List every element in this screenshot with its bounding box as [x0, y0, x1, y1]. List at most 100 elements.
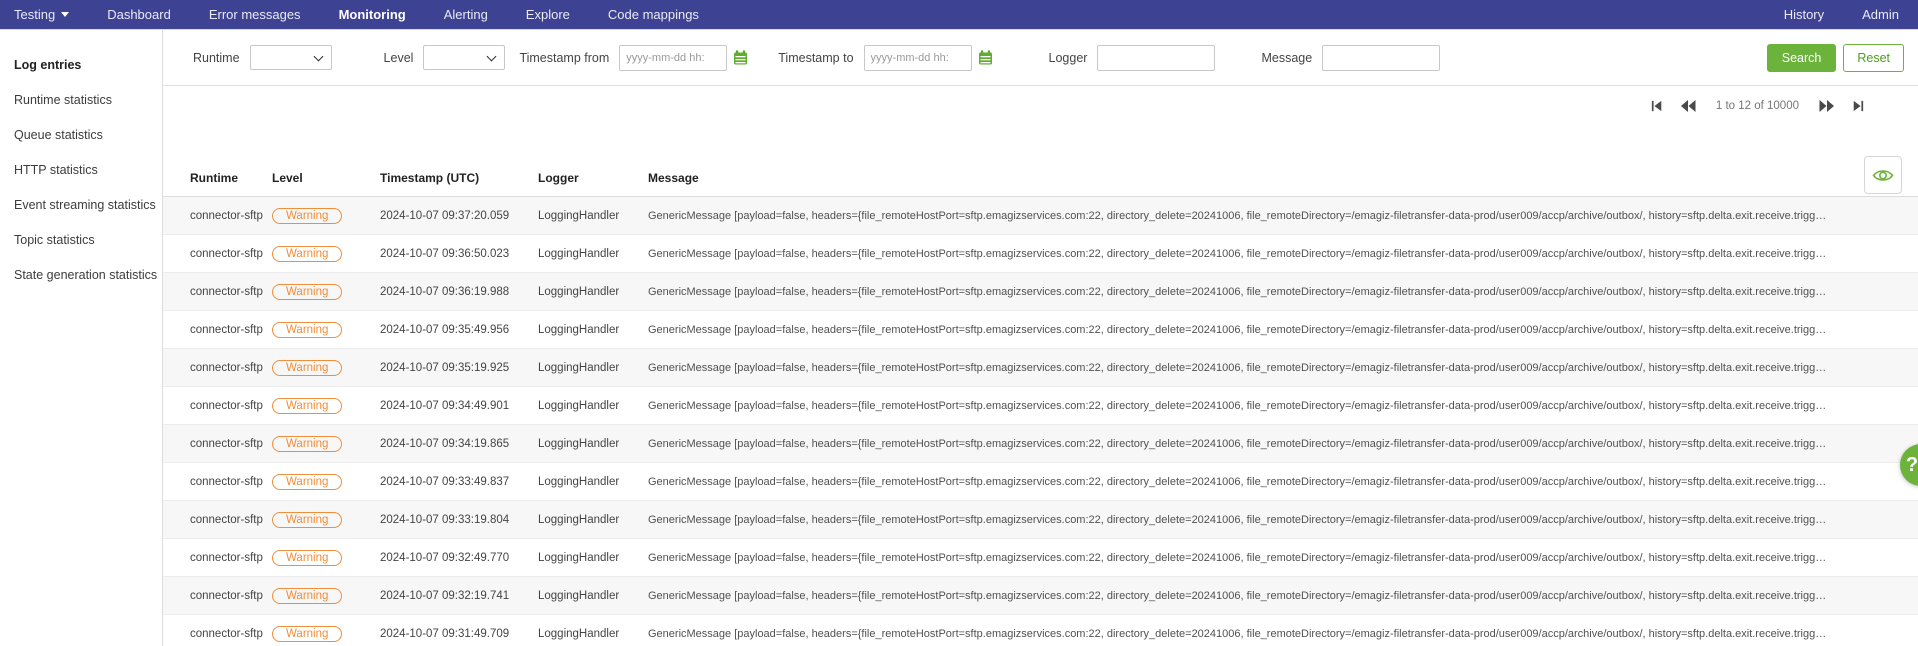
runtime-cell: connector-sftp	[190, 361, 263, 374]
table-body: connector-sftp Warning 2024-10-07 09:37:…	[163, 197, 1918, 646]
table-row[interactable]: connector-sftp Warning 2024-10-07 09:35:…	[163, 311, 1918, 349]
timestamp-cell: 2024-10-07 09:37:20.059	[380, 209, 510, 222]
sidebar-item-event-streaming-statistics[interactable]: Event streaming statistics	[0, 188, 162, 223]
nav-item-testing[interactable]: Testing	[0, 0, 88, 29]
runtime-cell: connector-sftp	[190, 285, 263, 298]
message-label: Message	[1261, 50, 1313, 65]
column-header-level: Level	[272, 170, 303, 185]
sidebar-item-topic-statistics[interactable]: Topic statistics	[0, 223, 162, 258]
timestamp-from-input[interactable]	[619, 44, 728, 71]
table-row[interactable]: connector-sftp Warning 2024-10-07 09:37:…	[163, 197, 1918, 235]
search-button[interactable]: Search	[1766, 43, 1837, 72]
timestamp-cell: 2024-10-07 09:33:49.837	[380, 475, 510, 488]
table-row[interactable]: connector-sftp Warning 2024-10-07 09:32:…	[163, 577, 1918, 615]
table-row[interactable]: connector-sftp Warning 2024-10-07 09:36:…	[163, 273, 1918, 311]
level-badge: Warning	[272, 397, 343, 414]
level-select[interactable]	[423, 45, 506, 70]
runtime-cell: connector-sftp	[190, 323, 263, 336]
level-badge: Warning	[272, 321, 343, 338]
message-cell: GenericMessage [payload=false, headers={…	[648, 247, 1827, 260]
level-cell: Warning	[272, 549, 380, 566]
last-page-button[interactable]	[1850, 98, 1866, 114]
table-row[interactable]: connector-sftp Warning 2024-10-07 09:31:…	[163, 615, 1918, 646]
runtime-cell: connector-sftp	[190, 513, 263, 526]
timestamp-cell: 2024-10-07 09:36:19.988	[380, 285, 510, 298]
nav-item-explore[interactable]: Explore	[507, 0, 589, 29]
column-header-logger: Logger	[538, 170, 579, 185]
page-body: Log entries Runtime statistics Queue sta…	[0, 29, 1918, 646]
nav-item-monitoring[interactable]: Monitoring	[320, 0, 425, 29]
message-cell: GenericMessage [payload=false, headers={…	[648, 437, 1827, 450]
table-row[interactable]: connector-sftp Warning 2024-10-07 09:33:…	[163, 463, 1918, 501]
calendar-icon[interactable]	[978, 50, 993, 65]
first-page-button[interactable]	[1649, 98, 1665, 114]
table-row[interactable]: connector-sftp Warning 2024-10-07 09:36:…	[163, 235, 1918, 273]
logger-cell: LoggingHandler	[538, 323, 620, 336]
timestamp-to-input[interactable]	[863, 44, 972, 71]
chevron-down-icon	[486, 51, 497, 62]
sidebar: Log entries Runtime statistics Queue sta…	[0, 30, 163, 646]
chevron-down-icon	[313, 51, 323, 62]
question-mark-icon: ?	[1905, 453, 1918, 476]
table-row[interactable]: connector-sftp Warning 2024-10-07 09:34:…	[163, 387, 1918, 425]
top-nav: Testing Dashboard Error messages Monitor…	[0, 0, 1918, 29]
sidebar-item-state-generation-statistics[interactable]: State generation statistics	[0, 258, 162, 293]
logger-cell: LoggingHandler	[538, 247, 620, 260]
message-cell: GenericMessage [payload=false, headers={…	[648, 589, 1827, 602]
level-badge: Warning	[272, 359, 343, 376]
table-row[interactable]: connector-sftp Warning 2024-10-07 09:34:…	[163, 425, 1918, 463]
message-cell: GenericMessage [payload=false, headers={…	[648, 551, 1827, 564]
sidebar-item-http-statistics[interactable]: HTTP statistics	[0, 153, 162, 188]
nav-item-alerting[interactable]: Alerting	[425, 0, 507, 29]
message-cell: GenericMessage [payload=false, headers={…	[648, 627, 1827, 640]
timestamp-from-group: Timestamp from	[519, 44, 748, 71]
level-cell: Warning	[272, 207, 380, 224]
level-cell: Warning	[272, 473, 380, 490]
timestamp-cell: 2024-10-07 09:31:49.709	[380, 627, 510, 640]
level-cell: Warning	[272, 359, 380, 376]
sidebar-item-queue-statistics[interactable]: Queue statistics	[0, 118, 162, 153]
timestamp-cell: 2024-10-07 09:34:19.865	[380, 437, 510, 450]
level-cell: Warning	[272, 321, 380, 338]
nav-left-group: Testing Dashboard Error messages Monitor…	[0, 0, 718, 29]
fast-backward-button[interactable]	[1679, 98, 1698, 114]
message-cell: GenericMessage [payload=false, headers={…	[648, 475, 1827, 488]
calendar-icon[interactable]	[733, 50, 748, 65]
runtime-cell: connector-sftp	[190, 627, 263, 640]
logger-cell: LoggingHandler	[538, 627, 620, 640]
logger-cell: LoggingHandler	[538, 551, 620, 564]
nav-item-history[interactable]: History	[1765, 0, 1843, 29]
table-row[interactable]: connector-sftp Warning 2024-10-07 09:35:…	[163, 349, 1918, 387]
sidebar-item-runtime-statistics[interactable]: Runtime statistics	[0, 83, 162, 118]
message-input[interactable]	[1322, 44, 1441, 71]
logger-cell: LoggingHandler	[538, 285, 620, 298]
timestamp-cell: 2024-10-07 09:32:19.741	[380, 589, 510, 602]
level-badge: Warning	[272, 511, 343, 528]
timestamp-cell: 2024-10-07 09:35:19.925	[380, 361, 510, 374]
reset-button[interactable]: Reset	[1843, 43, 1904, 72]
nav-item-code-mappings[interactable]: Code mappings	[589, 0, 718, 29]
table-row[interactable]: connector-sftp Warning 2024-10-07 09:32:…	[163, 539, 1918, 577]
timestamp-cell: 2024-10-07 09:35:49.956	[380, 323, 510, 336]
nav-item-error-messages[interactable]: Error messages	[190, 0, 320, 29]
timestamp-cell: 2024-10-07 09:33:19.804	[380, 513, 510, 526]
level-badge: Warning	[272, 435, 343, 452]
column-header-runtime: Runtime	[190, 170, 238, 185]
nav-item-admin[interactable]: Admin	[1843, 0, 1918, 29]
table-row[interactable]: connector-sftp Warning 2024-10-07 09:33:…	[163, 501, 1918, 539]
message-filter-group: Message	[1261, 44, 1441, 71]
runtime-cell: connector-sftp	[190, 437, 263, 450]
runtime-select[interactable]	[249, 45, 332, 70]
level-cell: Warning	[272, 435, 380, 452]
runtime-cell: connector-sftp	[190, 551, 263, 564]
nav-item-dashboard[interactable]: Dashboard	[88, 0, 190, 29]
message-cell: GenericMessage [payload=false, headers={…	[648, 209, 1827, 222]
fast-forward-button[interactable]	[1817, 98, 1836, 114]
level-label: Level	[383, 50, 414, 65]
table-header: Runtime Level Timestamp (UTC) Logger Mes…	[163, 159, 1918, 197]
level-cell: Warning	[272, 511, 380, 528]
sidebar-item-log-entries[interactable]: Log entries	[0, 48, 162, 83]
logger-filter-group: Logger	[1049, 44, 1216, 71]
timestamp-cell: 2024-10-07 09:36:50.023	[380, 247, 510, 260]
logger-input[interactable]	[1097, 44, 1216, 71]
